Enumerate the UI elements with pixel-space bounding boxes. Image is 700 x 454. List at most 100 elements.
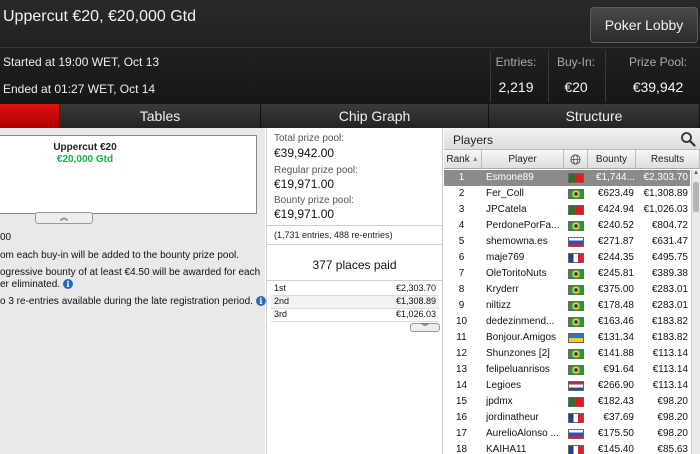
- player-results: €183.82: [651, 332, 688, 343]
- player-name: OleToritoNuts: [486, 268, 547, 279]
- scroll-up-icon[interactable]: ▲: [692, 170, 700, 180]
- player-row[interactable]: 5 shemowna.es €271.87 €631.47: [444, 234, 690, 250]
- player-rank: 2: [458, 188, 465, 199]
- player-results: €98.20: [657, 412, 688, 423]
- player-results: €1,026.03: [643, 204, 689, 215]
- end-time: Ended at 01:27 WET, Oct 14: [3, 82, 156, 96]
- column-bounty[interactable]: Bounty: [588, 150, 636, 169]
- prize-pool-panel: Total prize pool: €39,942.00 Regular pri…: [266, 128, 443, 454]
- search-icon[interactable]: [680, 131, 696, 147]
- player-rank: 16: [455, 412, 468, 423]
- player-row[interactable]: 15 jpdmx €182.43 €98.20: [444, 394, 690, 410]
- tournament-info-box: Uppercut €20 €20,000 Gtd ︽: [0, 135, 257, 224]
- tab-structure[interactable]: Structure: [489, 104, 700, 128]
- collapse-toggle[interactable]: ︽: [35, 212, 93, 224]
- payout-amount: €1,308.89: [395, 296, 436, 306]
- payout-expand-toggle[interactable]: ︾: [410, 323, 440, 332]
- player-bounty: €145.40: [597, 444, 634, 454]
- player-rank: 4: [458, 220, 465, 231]
- player-bounty: €244.35: [597, 252, 634, 263]
- player-row[interactable]: 10 dedezinmend... €163.46 €183.82: [444, 314, 690, 330]
- player-rank: 1: [458, 172, 465, 183]
- player-row[interactable]: 13 felipeluanrisos €91.64 €113.14: [444, 362, 690, 378]
- info-icon[interactable]: i: [63, 279, 74, 289]
- tab-bar: Tables Chip Graph Structure: [0, 104, 700, 128]
- player-name: Shunzones [2]: [486, 348, 550, 359]
- regular-prize-label: Regular prize pool:: [274, 165, 358, 176]
- info-icon[interactable]: i: [255, 296, 266, 306]
- russia-flag-icon: [568, 237, 584, 247]
- player-results: €389.38: [651, 268, 688, 279]
- tab-info[interactable]: [0, 104, 60, 128]
- player-row[interactable]: 8 Kryderr €375.00 €283.01: [444, 282, 690, 298]
- payout-place: 2nd: [274, 296, 290, 306]
- globe-icon: [570, 153, 581, 165]
- player-results: €804.72: [651, 220, 688, 231]
- player-name: niltizz: [486, 300, 512, 311]
- tab-chip-graph[interactable]: Chip Graph: [261, 104, 489, 128]
- buyin-label: Buy-In:: [556, 55, 595, 69]
- column-results[interactable]: Results: [636, 150, 700, 169]
- player-row[interactable]: 18 KAIHA11 €145.40 €85.63: [444, 442, 690, 454]
- player-row[interactable]: 17 AurelioAlonso ... €175.50 €98.20: [444, 426, 690, 442]
- tab-tables[interactable]: Tables: [60, 104, 261, 128]
- france-flag-icon: [568, 253, 584, 263]
- player-rank: 15: [455, 396, 468, 407]
- player-row[interactable]: 7 OleToritoNuts €245.81 €389.38: [444, 266, 690, 282]
- player-bounty: €91.64: [603, 364, 634, 375]
- tournament-name: Uppercut €20: [53, 142, 117, 153]
- player-bounty: €245.81: [597, 268, 634, 279]
- player-bounty: €240.52: [597, 220, 634, 231]
- player-row[interactable]: 3 JPCatela €424.94 €1,026.03: [444, 202, 690, 218]
- player-results: €183.82: [651, 316, 688, 327]
- sort-up-icon: ▲: [471, 155, 479, 163]
- bounty-prize-label: Bounty prize pool:: [274, 195, 355, 206]
- player-results: €283.01: [651, 300, 688, 311]
- player-row[interactable]: 12 Shunzones [2] €141.88 €113.14: [444, 346, 690, 362]
- scroll-thumb[interactable]: [693, 182, 699, 212]
- player-rank: 17: [455, 428, 468, 439]
- player-results: €631.47: [651, 236, 688, 247]
- column-player[interactable]: Player: [482, 150, 564, 169]
- payout-row: 3rd €1,026.03: [271, 309, 439, 322]
- player-rank: 8: [458, 284, 465, 295]
- player-bounty: €131.34: [597, 332, 634, 343]
- player-bounty: €141.88: [597, 348, 634, 359]
- player-bounty: €182.43: [597, 396, 634, 407]
- ukraine-flag-icon: [568, 333, 584, 343]
- player-bounty: €424.94: [597, 204, 634, 215]
- player-name: Kryderr: [486, 284, 519, 295]
- player-rank: 12: [455, 348, 468, 359]
- guarantee-text: €20,000 Gtd: [56, 154, 114, 165]
- player-bounty: €37.69: [603, 412, 634, 423]
- payout-row: 1st €2,303.70: [271, 283, 439, 296]
- player-row[interactable]: 2 Fer_Coll €623.49 €1,308.89: [444, 186, 690, 202]
- player-row[interactable]: 1 Esmone89 €1,744... €2,303.70: [444, 170, 690, 186]
- player-row[interactable]: 16 jordinatheur €37.69 €98.20: [444, 410, 690, 426]
- players-title: Players: [453, 133, 494, 147]
- player-row[interactable]: 9 niltizz €178.48 €283.01: [444, 298, 690, 314]
- player-results: €113.14: [652, 380, 688, 391]
- player-row[interactable]: 14 Legioes €266.90 €113.14: [444, 378, 690, 394]
- player-rank: 13: [455, 364, 468, 375]
- player-row[interactable]: 4 PerdonePorFa... €240.52 €804.72: [444, 218, 690, 234]
- player-name: Bonjour.Amigos: [486, 332, 557, 343]
- stat-divider: [548, 50, 549, 102]
- brazil-flag-icon: [568, 349, 584, 359]
- player-name: KAIHA11: [486, 444, 527, 454]
- column-rank[interactable]: Rank ▲: [444, 150, 482, 169]
- portugal-flag-icon: [568, 205, 584, 215]
- brazil-flag-icon: [568, 317, 584, 327]
- player-row[interactable]: 11 Bonjour.Amigos €131.34 €183.82: [444, 330, 690, 346]
- poker-lobby-button[interactable]: Poker Lobby: [590, 7, 698, 43]
- header-divider: [0, 47, 700, 48]
- player-results: €113.14: [652, 364, 688, 375]
- players-scrollbar[interactable]: ▲: [691, 170, 700, 454]
- column-country[interactable]: [564, 150, 588, 169]
- player-name: PerdonePorFa...: [486, 220, 560, 231]
- player-rank: 18: [455, 444, 468, 454]
- france-flag-icon: [568, 413, 584, 423]
- player-name: felipeluanrisos: [486, 364, 550, 375]
- portugal-flag-icon: [568, 173, 584, 183]
- player-row[interactable]: 6 maje769 €244.35 €495.75: [444, 250, 690, 266]
